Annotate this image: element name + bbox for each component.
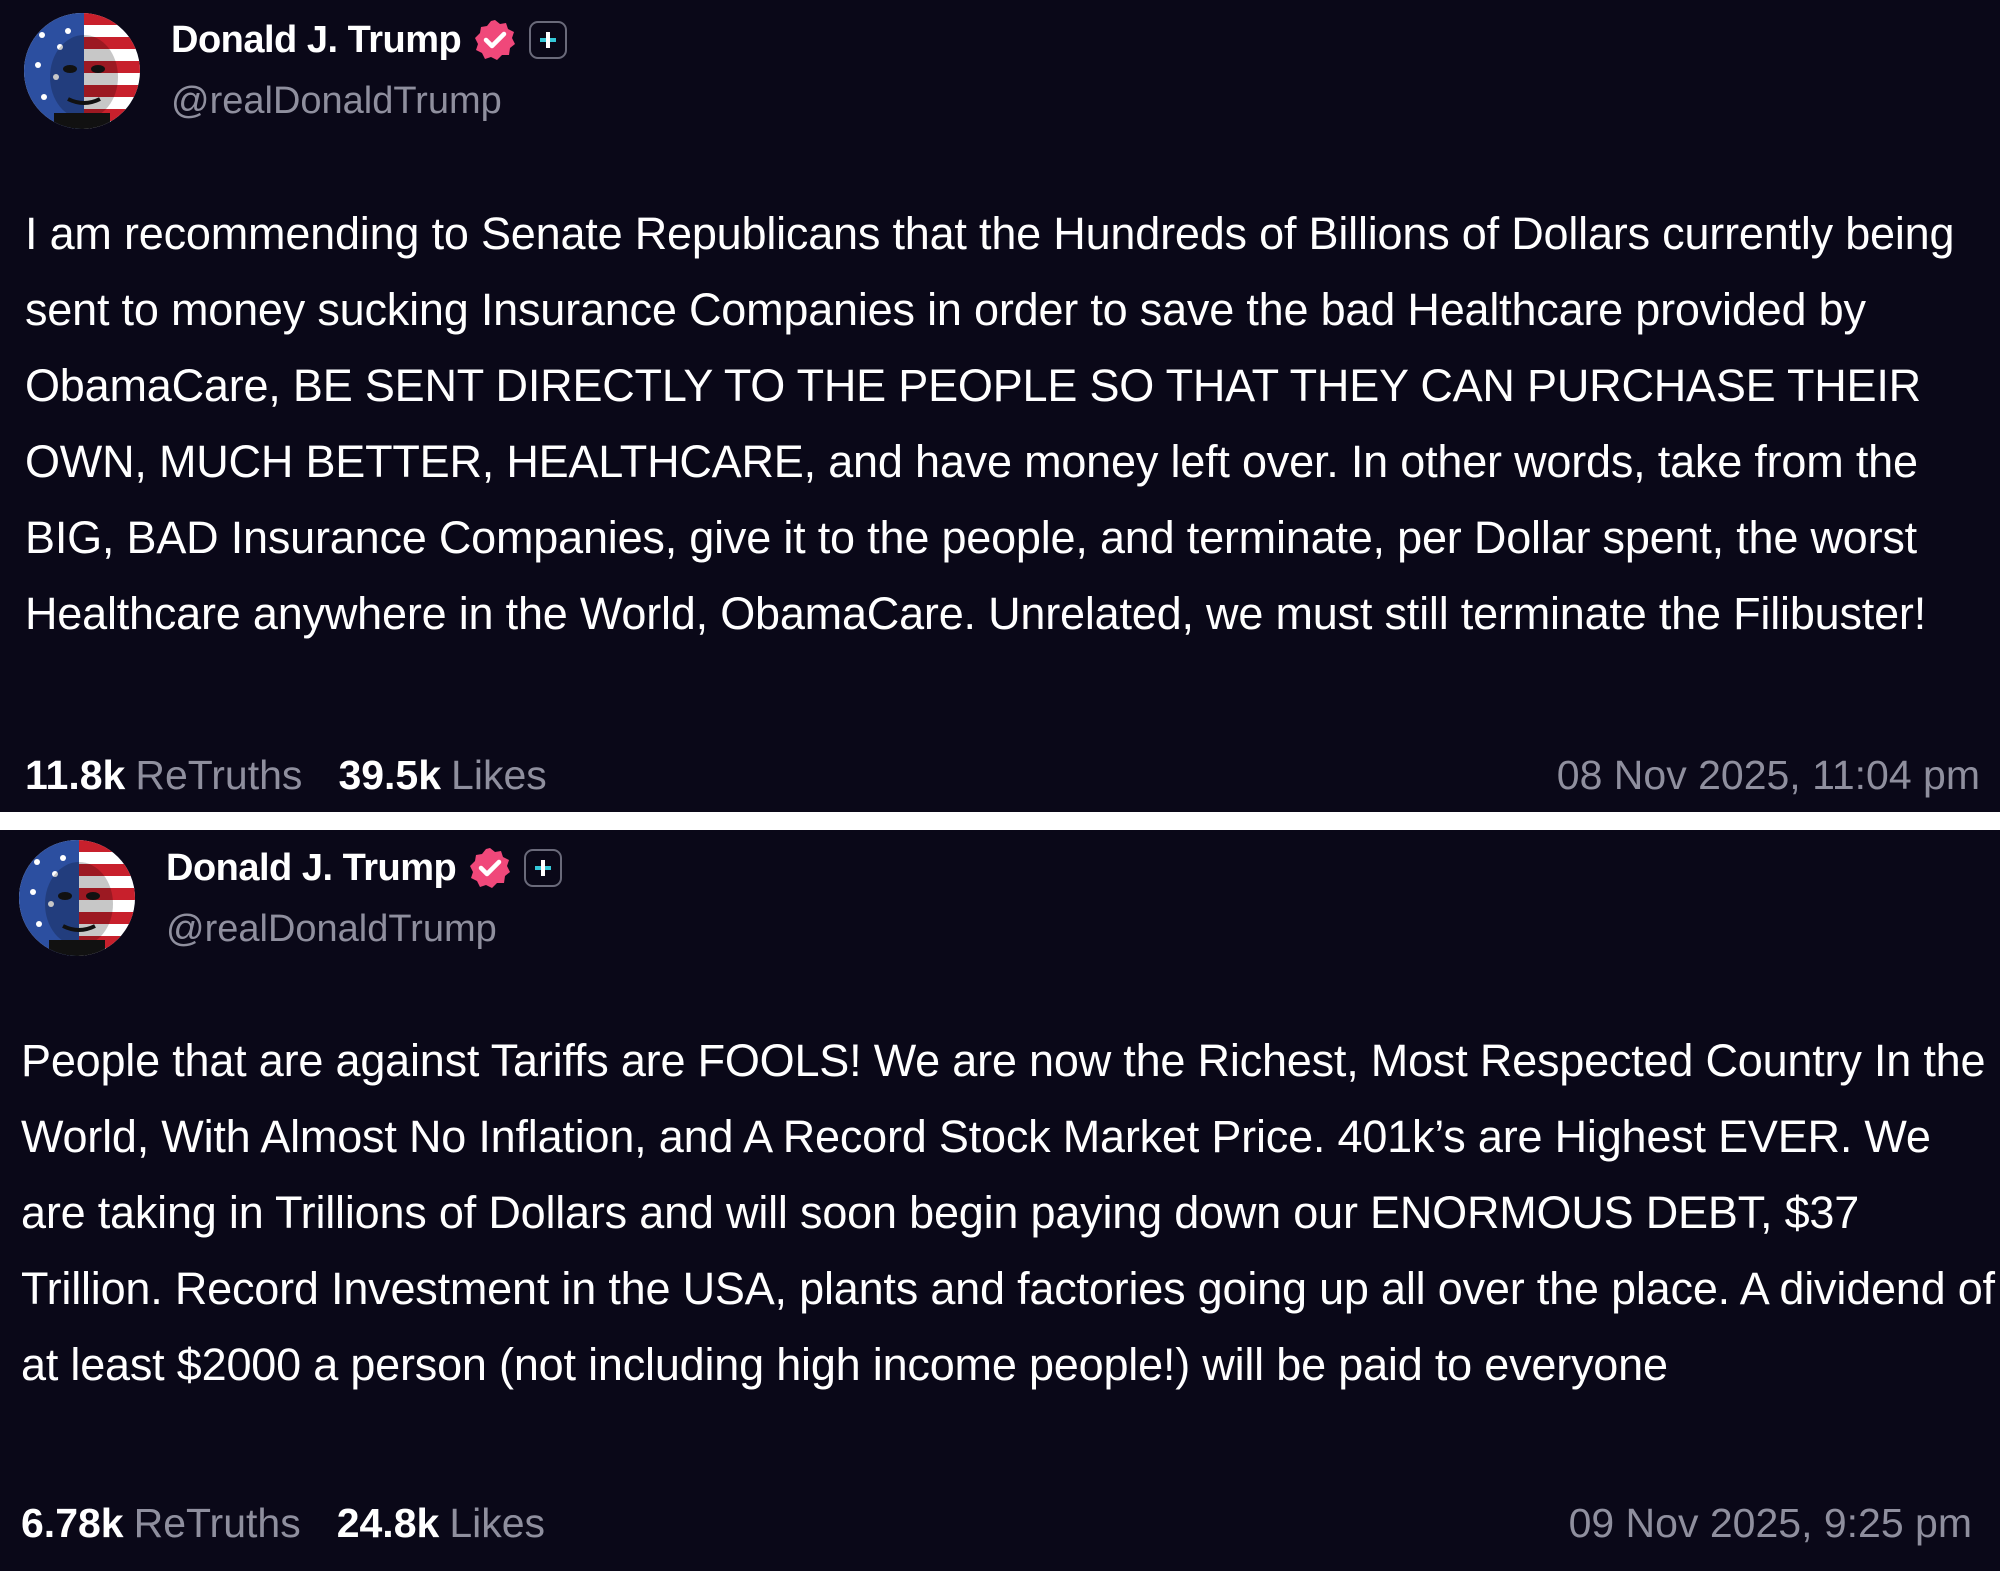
likes-label: Likes — [449, 1500, 546, 1546]
flag-face-avatar-icon — [19, 840, 135, 956]
post-timestamp[interactable]: 09 Nov 2025, 9:25 pm — [1569, 1500, 1972, 1547]
author-name[interactable]: Donald J. Trump — [171, 19, 462, 62]
author-handle[interactable]: @realDonaldTrump — [171, 80, 502, 123]
retruths-label: ReTruths — [135, 752, 303, 798]
flag-face-avatar-icon — [24, 13, 140, 129]
post-stats: 6.78k ReTruths 24.8k Likes — [21, 1500, 581, 1547]
retruths-stat[interactable]: 6.78k ReTruths — [21, 1500, 301, 1547]
author-row: Donald J. Trump — [171, 18, 568, 62]
author-row: Donald J. Trump — [166, 846, 563, 890]
post-timestamp[interactable]: 08 Nov 2025, 11:04 pm — [1557, 752, 1980, 799]
post-body: I am recommending to Senate Republicans … — [25, 208, 1955, 639]
retruths-count: 11.8k — [25, 752, 126, 798]
post-body: People that are against Tariffs are FOOL… — [21, 1035, 1995, 1390]
post-stats: 11.8k ReTruths 39.5k Likes — [25, 752, 583, 799]
plus-icon — [524, 849, 563, 887]
avatar[interactable] — [24, 13, 140, 129]
likes-count: 39.5k — [338, 752, 442, 798]
truth-post[interactable]: Donald J. Trump @realDonaldTrump People … — [0, 830, 2000, 1571]
likes-stat[interactable]: 24.8k Likes — [337, 1500, 545, 1547]
likes-stat[interactable]: 39.5k Likes — [338, 752, 546, 799]
truth-post[interactable]: Donald J. Trump @realDonaldTrump I am re… — [0, 0, 2000, 812]
likes-count: 24.8k — [336, 1500, 440, 1546]
verified-badge-icon — [468, 846, 512, 890]
retruths-count: 6.78k — [21, 1500, 124, 1546]
author-name[interactable]: Donald J. Trump — [166, 847, 457, 890]
retruths-stat[interactable]: 11.8k ReTruths — [25, 752, 302, 799]
author-handle[interactable]: @realDonaldTrump — [166, 908, 497, 951]
retruths-label: ReTruths — [133, 1500, 301, 1546]
verified-badge-icon — [473, 18, 517, 62]
plus-icon — [529, 21, 568, 59]
likes-label: Likes — [451, 752, 547, 798]
avatar[interactable] — [19, 840, 135, 956]
